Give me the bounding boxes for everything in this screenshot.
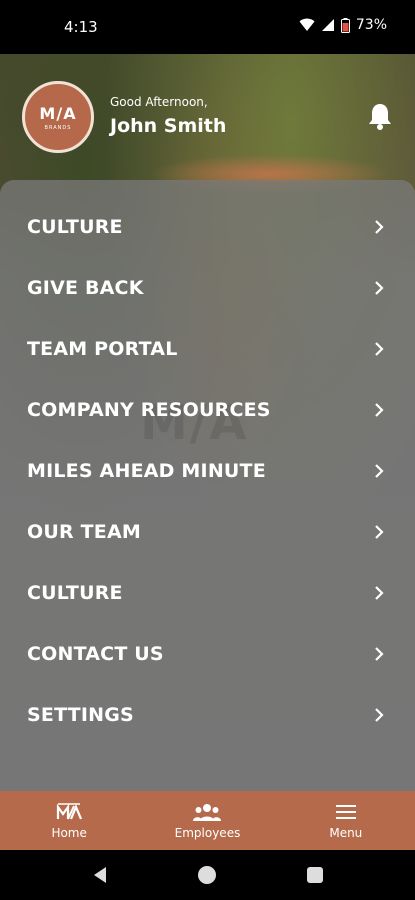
chevron-right-icon: [375, 341, 384, 356]
bell-icon[interactable]: [367, 102, 393, 130]
logo-subtext: BRANDS: [44, 124, 72, 131]
people-icon: [193, 801, 222, 823]
menu-item-contact-us[interactable]: CONTACT US: [0, 623, 415, 684]
ma-logo-icon: [56, 801, 83, 823]
menu-item-culture[interactable]: CULTURE: [0, 196, 415, 257]
bottom-nav: Home Employees Menu: [0, 791, 415, 850]
menu-item-miles-ahead-minute[interactable]: MILES AHEAD MINUTE: [0, 440, 415, 501]
nav-home[interactable]: Home: [0, 791, 138, 850]
signal-icon: [321, 19, 334, 31]
home-circle-icon[interactable]: [198, 866, 216, 884]
battery-icon: [340, 17, 350, 33]
menu-item-label: SETTINGS: [27, 703, 134, 726]
status-time: 4:13: [64, 18, 98, 36]
brand-logo[interactable]: M/A BRANDS: [22, 81, 94, 153]
status-bar: 4:13 73%: [0, 0, 415, 54]
menu-panel: M/A CULTURE GIVE BACK TEAM PORTAL COMPAN…: [0, 180, 415, 791]
menu-item-label: GIVE BACK: [27, 276, 144, 299]
chevron-right-icon: [375, 707, 384, 722]
battery-percentage: 73%: [355, 17, 387, 33]
chevron-right-icon: [375, 280, 384, 295]
nav-employees[interactable]: Employees: [138, 791, 276, 850]
menu-item-label: MILES AHEAD MINUTE: [27, 459, 266, 482]
chevron-right-icon: [375, 219, 384, 234]
menu-item-label: CONTACT US: [27, 642, 164, 665]
menu-item-label: OUR TEAM: [27, 520, 141, 543]
hamburger-icon: [335, 801, 356, 823]
user-name: John Smith: [110, 115, 227, 137]
system-nav-bar: [0, 850, 415, 900]
menu-item-settings[interactable]: SETTINGS: [0, 684, 415, 745]
recents-square-icon[interactable]: [307, 867, 323, 883]
menu-item-culture-2[interactable]: CULTURE: [0, 562, 415, 623]
status-icons: 73%: [299, 17, 387, 33]
menu-item-team-portal[interactable]: TEAM PORTAL: [0, 318, 415, 379]
back-icon[interactable]: [92, 866, 108, 884]
menu-item-label: TEAM PORTAL: [27, 337, 178, 360]
menu-item-company-resources[interactable]: COMPANY RESOURCES: [0, 379, 415, 440]
nav-home-label: Home: [51, 826, 87, 840]
chevron-right-icon: [375, 585, 384, 600]
nav-menu-label: Menu: [329, 826, 363, 840]
menu-item-give-back[interactable]: GIVE BACK: [0, 257, 415, 318]
nav-employees-label: Employees: [174, 826, 241, 840]
menu-item-label: COMPANY RESOURCES: [27, 398, 271, 421]
chevron-right-icon: [375, 463, 384, 478]
chevron-right-icon: [375, 646, 384, 661]
menu-item-label: CULTURE: [27, 215, 123, 238]
logo-text: M/A: [39, 103, 77, 123]
menu-item-our-team[interactable]: OUR TEAM: [0, 501, 415, 562]
chevron-right-icon: [375, 402, 384, 417]
greeting-text: Good Afternoon,: [110, 95, 208, 109]
nav-menu[interactable]: Menu: [277, 791, 415, 850]
wifi-icon: [299, 18, 315, 31]
chevron-right-icon: [375, 524, 384, 539]
menu-item-label: CULTURE: [27, 581, 123, 604]
header: M/A BRANDS Good Afternoon, John Smith: [0, 54, 415, 180]
